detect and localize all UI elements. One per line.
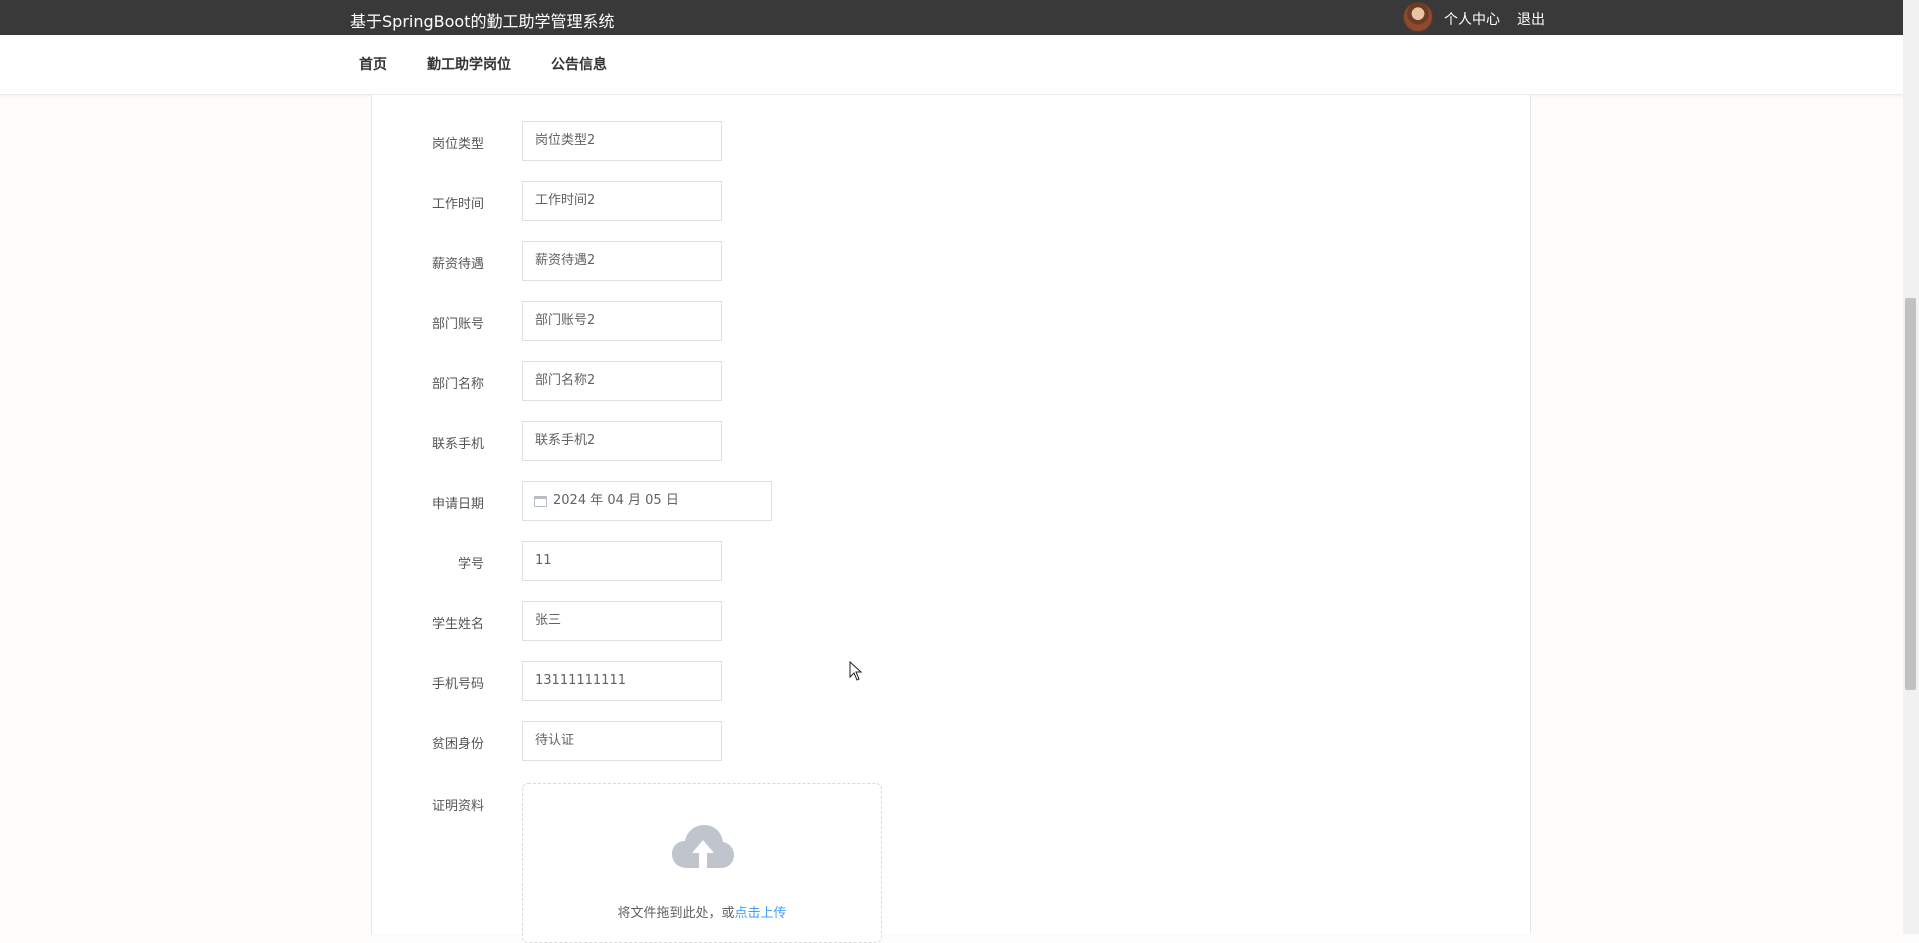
upload-dropzone[interactable]: 将文件拖到此处，或点击上传 bbox=[522, 783, 882, 943]
dept-name-field[interactable]: 部门名称2 bbox=[522, 361, 722, 401]
field-label: 贫困身份 bbox=[431, 737, 484, 752]
apply-date-value: 2024 年 04 月 05 日 bbox=[553, 493, 679, 508]
form-row-job-type: 岗位类型 岗位类型2 bbox=[372, 121, 1532, 161]
field-label: 薪资待遇 bbox=[431, 257, 484, 272]
nav-item-jobs[interactable]: 勤工助学岗位 bbox=[427, 54, 511, 74]
phone-field[interactable]: 13111111111 bbox=[522, 661, 722, 701]
upload-hint-text: 将文件拖到此处，或 bbox=[617, 906, 735, 921]
form-row-phone: 手机号码 13111111111 bbox=[372, 661, 1532, 701]
field-label: 证明资料 bbox=[431, 799, 484, 814]
nav-item-notices[interactable]: 公告信息 bbox=[551, 54, 607, 74]
field-label: 申请日期 bbox=[431, 497, 484, 512]
field-label: 工作时间 bbox=[431, 197, 484, 212]
form-row-work-time: 工作时间 工作时间2 bbox=[372, 181, 1532, 221]
poverty-status-field[interactable]: 待认证 bbox=[522, 721, 722, 761]
top-header: 基于SpringBoot的勤工助学管理系统 个人中心 退出 bbox=[0, 0, 1903, 35]
user-center-link[interactable]: 个人中心 bbox=[1444, 9, 1500, 29]
field-label: 手机号码 bbox=[431, 677, 484, 692]
student-name-field[interactable]: 张三 bbox=[522, 601, 722, 641]
form-row-student-id: 学号 11 bbox=[372, 541, 1532, 581]
student-id-field[interactable]: 11 bbox=[522, 541, 722, 581]
contact-phone-field[interactable]: 联系手机2 bbox=[522, 421, 722, 461]
field-label: 部门账号 bbox=[431, 317, 484, 332]
site-title: 基于SpringBoot的勤工助学管理系统 bbox=[350, 12, 615, 31]
upload-cloud-icon bbox=[672, 825, 734, 868]
upload-click-link[interactable]: 点击上传 bbox=[735, 906, 787, 921]
form-row-proof-upload: 证明资料 将文件拖到此处，或点击上传 bbox=[372, 783, 1532, 943]
form-row-poverty-status: 贫困身份 待认证 bbox=[372, 721, 1532, 761]
job-type-field[interactable]: 岗位类型2 bbox=[522, 121, 722, 161]
form-row-contact-phone: 联系手机 联系手机2 bbox=[372, 421, 1532, 461]
user-avatar[interactable] bbox=[1403, 2, 1433, 32]
form-row-student-name: 学生姓名 张三 bbox=[372, 601, 1532, 641]
field-label: 联系手机 bbox=[431, 437, 484, 452]
apply-date-picker[interactable]: 2024 年 04 月 05 日 bbox=[522, 481, 772, 521]
field-label: 学号 bbox=[457, 557, 484, 572]
dept-account-field[interactable]: 部门账号2 bbox=[522, 301, 722, 341]
field-label: 部门名称 bbox=[431, 377, 484, 392]
field-label: 学生姓名 bbox=[431, 617, 484, 632]
logout-link[interactable]: 退出 bbox=[1517, 9, 1545, 29]
mouse-cursor-icon bbox=[849, 661, 863, 681]
form-row-apply-date: 申请日期 2024 年 04 月 05 日 bbox=[372, 481, 1532, 521]
salary-field[interactable]: 薪资待遇2 bbox=[522, 241, 722, 281]
form-row-dept-name: 部门名称 部门名称2 bbox=[372, 361, 1532, 401]
work-time-field[interactable]: 工作时间2 bbox=[522, 181, 722, 221]
application-form-panel: 岗位类型 岗位类型2 工作时间 工作时间2 薪资待遇 薪资待遇2 部门账号 部门… bbox=[371, 95, 1532, 943]
form-row-dept-account: 部门账号 部门账号2 bbox=[372, 301, 1532, 341]
form-row-salary: 薪资待遇 薪资待遇2 bbox=[372, 241, 1532, 281]
calendar-icon bbox=[534, 496, 547, 507]
nav-item-home[interactable]: 首页 bbox=[359, 54, 387, 74]
main-nav: 首页 勤工助学岗位 公告信息 bbox=[0, 35, 1903, 95]
page-scrollbar-thumb[interactable] bbox=[1905, 298, 1916, 690]
upload-hint: 将文件拖到此处，或点击上传 bbox=[523, 902, 881, 921]
field-label: 岗位类型 bbox=[431, 137, 484, 152]
